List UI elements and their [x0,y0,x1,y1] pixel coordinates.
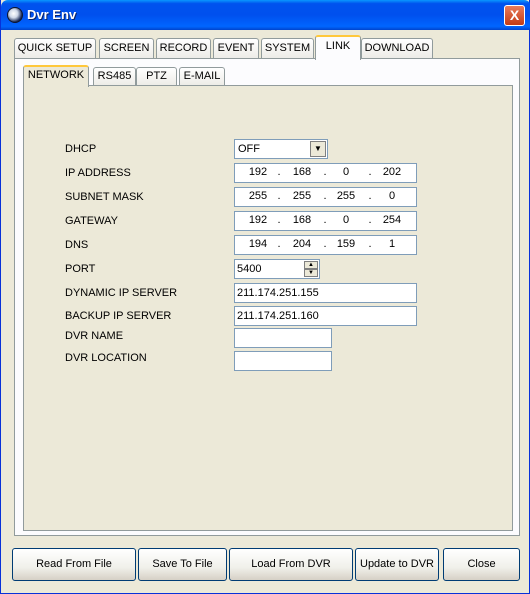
ip-dot: . [368,214,372,226]
ip-octet[interactable]: 159 [331,238,361,250]
ip-octet[interactable]: 168 [287,166,317,178]
dynamic-ip-server-input[interactable]: 211.174.251.155 [234,283,417,303]
title-bar[interactable]: Dvr Env X [1,0,530,30]
dynamic-ip-server-label: DYNAMIC IP SERVER [65,287,178,299]
dhcp-value: OFF [238,143,260,155]
ip-octet[interactable]: 192 [243,166,273,178]
gateway-field[interactable]: 192 . 168 . 0 . 254 [234,211,417,231]
dhcp-label: DHCP [65,143,97,155]
ip-octet[interactable]: 194 [243,238,273,250]
save-to-file-button[interactable]: Save To File [138,548,227,581]
ip-octet[interactable]: 0 [377,190,407,202]
update-to-dvr-button[interactable]: Update to DVR [355,548,439,581]
ip-dot: . [368,166,372,178]
dvr-name-input[interactable] [234,328,332,348]
read-from-file-button[interactable]: Read From File [12,548,136,581]
subtab-network[interactable]: NETWORK [23,65,89,87]
dvr-location-input[interactable] [234,351,332,371]
subtab-ptz[interactable]: PTZ [136,67,177,86]
subnet-mask-label: SUBNET MASK [65,191,144,203]
ip-octet[interactable]: 255 [243,190,273,202]
ip-dot: . [277,238,281,250]
ip-octet[interactable]: 168 [287,214,317,226]
ip-address-label: IP ADDRESS [65,167,131,179]
ip-octet[interactable]: 1 [377,238,407,250]
close-button[interactable]: Close [443,548,520,581]
ip-octet[interactable]: 255 [287,190,317,202]
tab-record[interactable]: RECORD [156,38,211,59]
dhcp-select[interactable]: OFF ▼ [234,139,328,159]
ip-dot: . [368,238,372,250]
dvr-name-label: DVR NAME [65,330,124,342]
ip-octet[interactable]: 202 [377,166,407,178]
port-label: PORT [65,263,96,275]
tab-link[interactable]: LINK [315,35,361,60]
dvr-env-window: Dvr Env X QUICK SETUP SCREEN RECORD EVEN… [0,0,530,594]
chevron-down-icon[interactable]: ▼ [310,141,326,157]
backup-ip-server-value: 211.174.251.160 [237,310,319,322]
ip-octet[interactable]: 254 [377,214,407,226]
ip-dot: . [277,166,281,178]
window-close-button[interactable]: X [504,5,525,26]
spin-up-icon[interactable]: ▲ [304,261,318,269]
ip-dot: . [323,238,327,250]
load-from-dvr-button[interactable]: Load From DVR [229,548,353,581]
tab-screen[interactable]: SCREEN [99,38,154,59]
ip-octet[interactable]: 0 [331,166,361,178]
dynamic-ip-server-value: 211.174.251.155 [237,287,319,299]
subtab-rs485[interactable]: RS485 [93,67,136,86]
backup-ip-server-input[interactable]: 211.174.251.160 [234,306,417,326]
app-icon [7,7,23,23]
dvr-location-label: DVR LOCATION [65,352,147,364]
ip-octet[interactable]: 0 [331,214,361,226]
tab-event[interactable]: EVENT [213,38,259,59]
ip-dot: . [277,190,281,202]
subnet-mask-field[interactable]: 255 . 255 . 255 . 0 [234,187,417,207]
ip-dot: . [368,190,372,202]
ip-octet[interactable]: 192 [243,214,273,226]
subtab-email[interactable]: E-MAIL [179,67,225,86]
dns-label: DNS [65,239,89,251]
spin-down-icon[interactable]: ▼ [304,269,318,277]
ip-dot: . [277,214,281,226]
ip-dot: . [323,166,327,178]
ip-dot: . [323,190,327,202]
gateway-label: GATEWAY [65,215,118,227]
tab-download[interactable]: DOWNLOAD [361,38,433,59]
dns-field[interactable]: 194 . 204 . 159 . 1 [234,235,417,255]
ip-octet[interactable]: 204 [287,238,317,250]
port-value: 5400 [237,263,262,275]
tab-system[interactable]: SYSTEM [261,38,314,59]
ip-address-field[interactable]: 192 . 168 . 0 . 202 [234,163,417,183]
window-title: Dvr Env [27,7,77,22]
backup-ip-server-label: BACKUP IP SERVER [65,310,172,322]
ip-octet[interactable]: 255 [331,190,361,202]
port-stepper[interactable]: 5400 ▲ ▼ [234,259,320,279]
ip-dot: . [323,214,327,226]
tab-quick-setup[interactable]: QUICK SETUP [14,38,96,59]
